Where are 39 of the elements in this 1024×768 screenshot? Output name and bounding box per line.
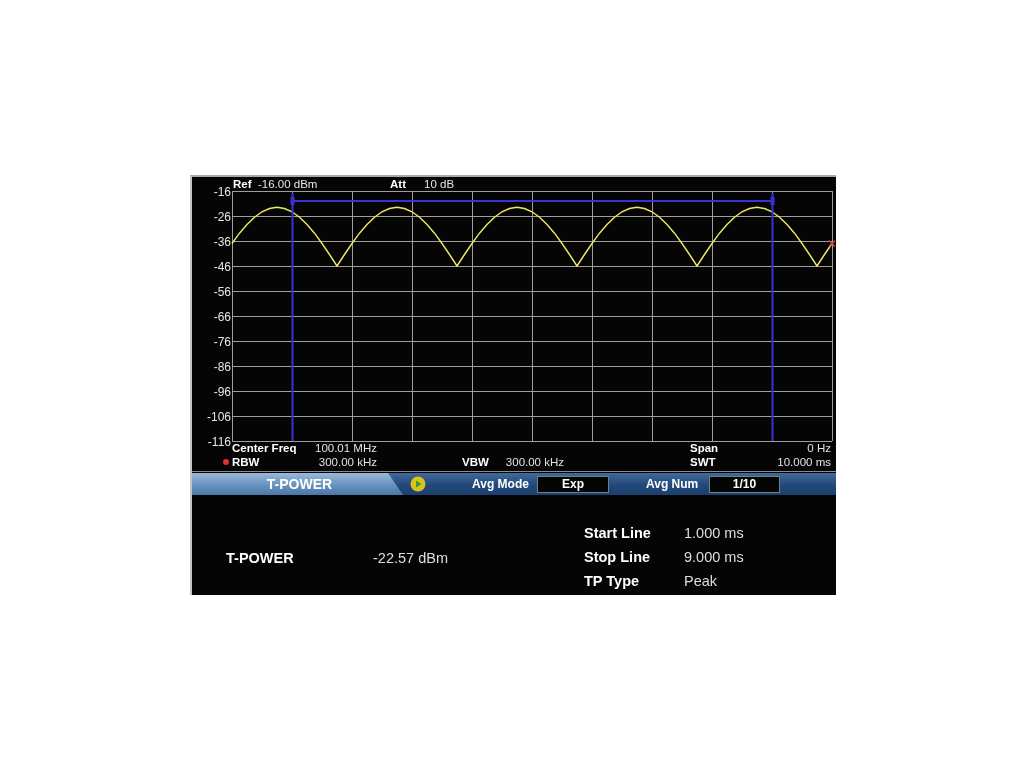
setting-label: RBW (232, 455, 260, 469)
header-value: 10 dB (424, 178, 455, 190)
setting-label: SWT (690, 455, 716, 469)
setting-value: 0 Hz (807, 441, 831, 455)
header-value: -16.00 dBm (258, 178, 318, 190)
setting-value: 10.000 ms (777, 455, 831, 469)
setting-value: 300.00 kHz (318, 455, 377, 469)
result-label: T-POWER (226, 549, 295, 566)
setting-value: 100.01 MHz (315, 441, 377, 455)
play-icon[interactable] (410, 476, 426, 492)
y-axis-label: -96 (213, 384, 231, 399)
y-axis-label: -16 (213, 184, 231, 199)
value-field[interactable]: 1/10 (709, 475, 780, 493)
header-label: Ref (233, 178, 252, 190)
parameter-value: 1.000 ms (684, 525, 744, 541)
parameter-label: TP Type (584, 573, 641, 589)
setting-label: VBW (462, 455, 489, 469)
y-axis-label: -66 (213, 309, 231, 324)
parameter-value: 9.000 ms (684, 549, 744, 565)
parameter-value: Peak (684, 573, 719, 589)
setting-value: 300.00 kHz (505, 455, 565, 469)
y-axis-label: -56 (213, 284, 231, 299)
y-axis-label: -76 (213, 334, 231, 349)
parameter-label: Stop Line (584, 549, 652, 565)
y-axis-label: -106 (206, 409, 231, 424)
y-axis-label: -116 (207, 434, 231, 449)
setting-label: Span (690, 441, 719, 455)
setting-label: Center Freq (232, 441, 297, 455)
y-axis-label: -86 (213, 359, 231, 374)
y-axis-label: -36 (213, 234, 231, 249)
value-field[interactable]: Exp (537, 475, 609, 493)
y-axis-label: -26 (213, 209, 231, 224)
field-label: Avg Mode (472, 477, 530, 491)
field-label: Avg Num (646, 477, 700, 491)
result-value: -22.57 dBm (373, 549, 448, 566)
header-label: Att (390, 178, 406, 190)
y-axis-label: -46 (213, 259, 231, 274)
parameter-label: Start Line (584, 525, 652, 541)
cross-marker-icon (828, 239, 836, 248)
